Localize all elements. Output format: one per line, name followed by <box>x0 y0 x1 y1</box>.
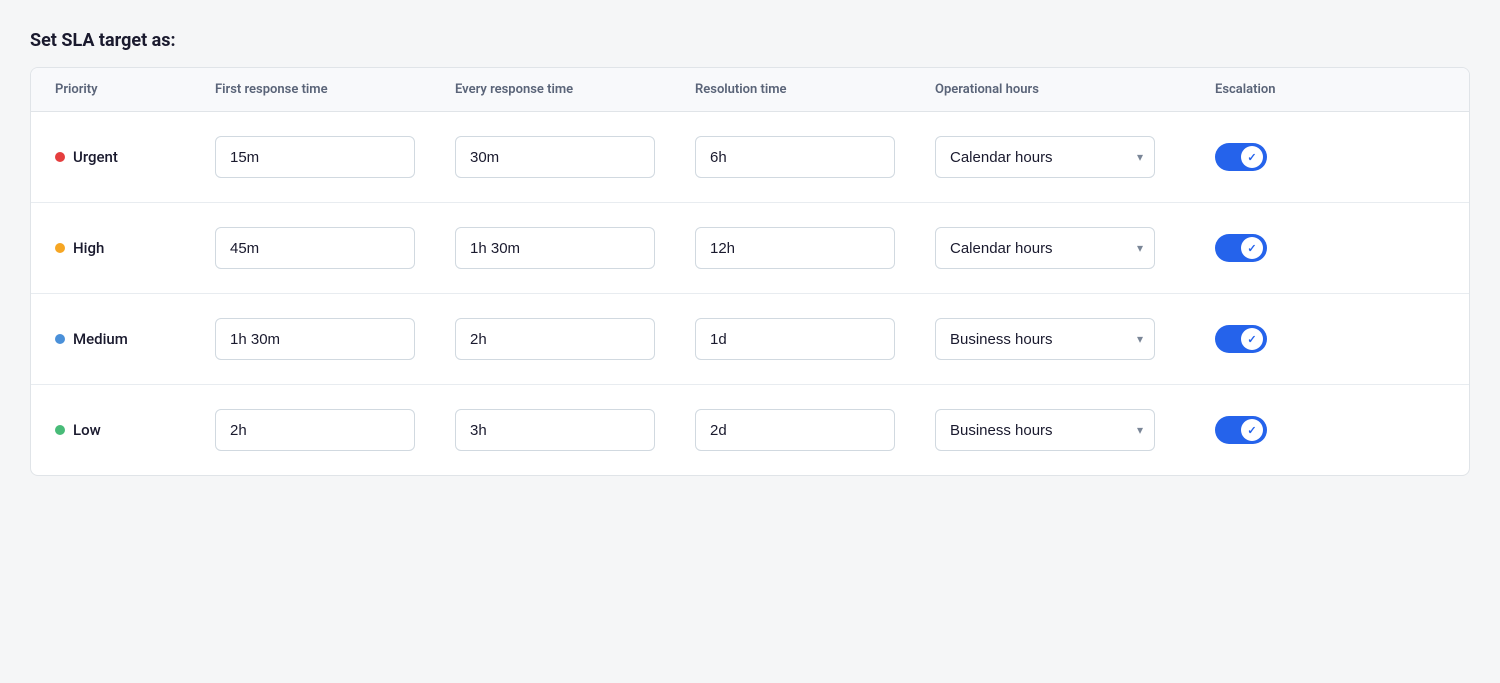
check-icon: ✓ <box>1247 242 1256 255</box>
priority-cell-urgent: Urgent <box>55 148 215 166</box>
operational-cell-urgent: Calendar hours Business hours ▾ <box>935 136 1215 178</box>
resolution-cell-low <box>695 409 935 451</box>
operational-select-wrapper-low: Calendar hours Business hours ▾ <box>935 409 1155 451</box>
table-row-high: High Calendar hours Business hours ▾ <box>31 203 1469 294</box>
operational-cell-high: Calendar hours Business hours ▾ <box>935 227 1215 269</box>
first-response-cell-urgent <box>215 136 455 178</box>
header-priority: Priority <box>55 82 215 97</box>
escalation-toggle-low[interactable]: ✓ <box>1215 416 1267 444</box>
table-row-low: Low Calendar hours Business hours ▾ <box>31 385 1469 475</box>
header-every-response: Every response time <box>455 82 695 97</box>
main-container: Set SLA target as: Priority First respon… <box>30 30 1470 476</box>
escalation-cell-high: ✓ <box>1215 234 1335 262</box>
operational-select-urgent[interactable]: Calendar hours Business hours <box>935 136 1155 178</box>
toggle-thumb-medium: ✓ <box>1241 328 1263 350</box>
operational-cell-medium: Calendar hours Business hours ▾ <box>935 318 1215 360</box>
resolution-input-urgent[interactable] <box>695 136 895 178</box>
resolution-input-medium[interactable] <box>695 318 895 360</box>
every-response-cell-high <box>455 227 695 269</box>
toggle-track-high: ✓ <box>1215 234 1267 262</box>
first-response-input-medium[interactable] <box>215 318 415 360</box>
check-icon: ✓ <box>1247 424 1256 437</box>
operational-select-wrapper-urgent: Calendar hours Business hours ▾ <box>935 136 1155 178</box>
escalation-toggle-high[interactable]: ✓ <box>1215 234 1267 262</box>
priority-cell-high: High <box>55 239 215 257</box>
toggle-track-low: ✓ <box>1215 416 1267 444</box>
every-response-input-high[interactable] <box>455 227 655 269</box>
sla-table: Priority First response time Every respo… <box>30 67 1470 476</box>
escalation-toggle-urgent[interactable]: ✓ <box>1215 143 1267 171</box>
first-response-input-high[interactable] <box>215 227 415 269</box>
priority-label-low: Low <box>73 421 101 439</box>
check-icon: ✓ <box>1247 151 1256 164</box>
first-response-input-low[interactable] <box>215 409 415 451</box>
escalation-cell-urgent: ✓ <box>1215 143 1335 171</box>
priority-cell-low: Low <box>55 421 215 439</box>
toggle-thumb-urgent: ✓ <box>1241 146 1263 168</box>
first-response-input-urgent[interactable] <box>215 136 415 178</box>
escalation-cell-low: ✓ <box>1215 416 1335 444</box>
header-resolution: Resolution time <box>695 82 935 97</box>
first-response-cell-low <box>215 409 455 451</box>
priority-label-urgent: Urgent <box>73 148 118 166</box>
toggle-thumb-high: ✓ <box>1241 237 1263 259</box>
priority-label-medium: Medium <box>73 330 128 348</box>
dot-low <box>55 425 65 435</box>
dot-medium <box>55 334 65 344</box>
toggle-thumb-low: ✓ <box>1241 419 1263 441</box>
table-header: Priority First response time Every respo… <box>31 68 1469 112</box>
table-row-medium: Medium Calendar hours Business hours ▾ <box>31 294 1469 385</box>
escalation-cell-medium: ✓ <box>1215 325 1335 353</box>
resolution-cell-high <box>695 227 935 269</box>
page-title: Set SLA target as: <box>30 30 1470 51</box>
resolution-cell-medium <box>695 318 935 360</box>
resolution-cell-urgent <box>695 136 935 178</box>
toggle-track-urgent: ✓ <box>1215 143 1267 171</box>
first-response-cell-medium <box>215 318 455 360</box>
operational-select-low[interactable]: Calendar hours Business hours <box>935 409 1155 451</box>
header-escalation: Escalation <box>1215 82 1335 97</box>
escalation-toggle-medium[interactable]: ✓ <box>1215 325 1267 353</box>
every-response-input-urgent[interactable] <box>455 136 655 178</box>
resolution-input-high[interactable] <box>695 227 895 269</box>
every-response-cell-urgent <box>455 136 695 178</box>
operational-select-medium[interactable]: Calendar hours Business hours <box>935 318 1155 360</box>
operational-select-high[interactable]: Calendar hours Business hours <box>935 227 1155 269</box>
every-response-input-medium[interactable] <box>455 318 655 360</box>
first-response-cell-high <box>215 227 455 269</box>
dot-urgent <box>55 152 65 162</box>
priority-cell-medium: Medium <box>55 330 215 348</box>
operational-select-wrapper-high: Calendar hours Business hours ▾ <box>935 227 1155 269</box>
operational-cell-low: Calendar hours Business hours ▾ <box>935 409 1215 451</box>
every-response-cell-medium <box>455 318 695 360</box>
header-operational: Operational hours <box>935 82 1215 97</box>
every-response-cell-low <box>455 409 695 451</box>
priority-label-high: High <box>73 239 104 257</box>
resolution-input-low[interactable] <box>695 409 895 451</box>
toggle-track-medium: ✓ <box>1215 325 1267 353</box>
every-response-input-low[interactable] <box>455 409 655 451</box>
check-icon: ✓ <box>1247 333 1256 346</box>
table-row-urgent: Urgent Calendar hours Business hours ▾ <box>31 112 1469 203</box>
dot-high <box>55 243 65 253</box>
operational-select-wrapper-medium: Calendar hours Business hours ▾ <box>935 318 1155 360</box>
header-first-response: First response time <box>215 82 455 97</box>
